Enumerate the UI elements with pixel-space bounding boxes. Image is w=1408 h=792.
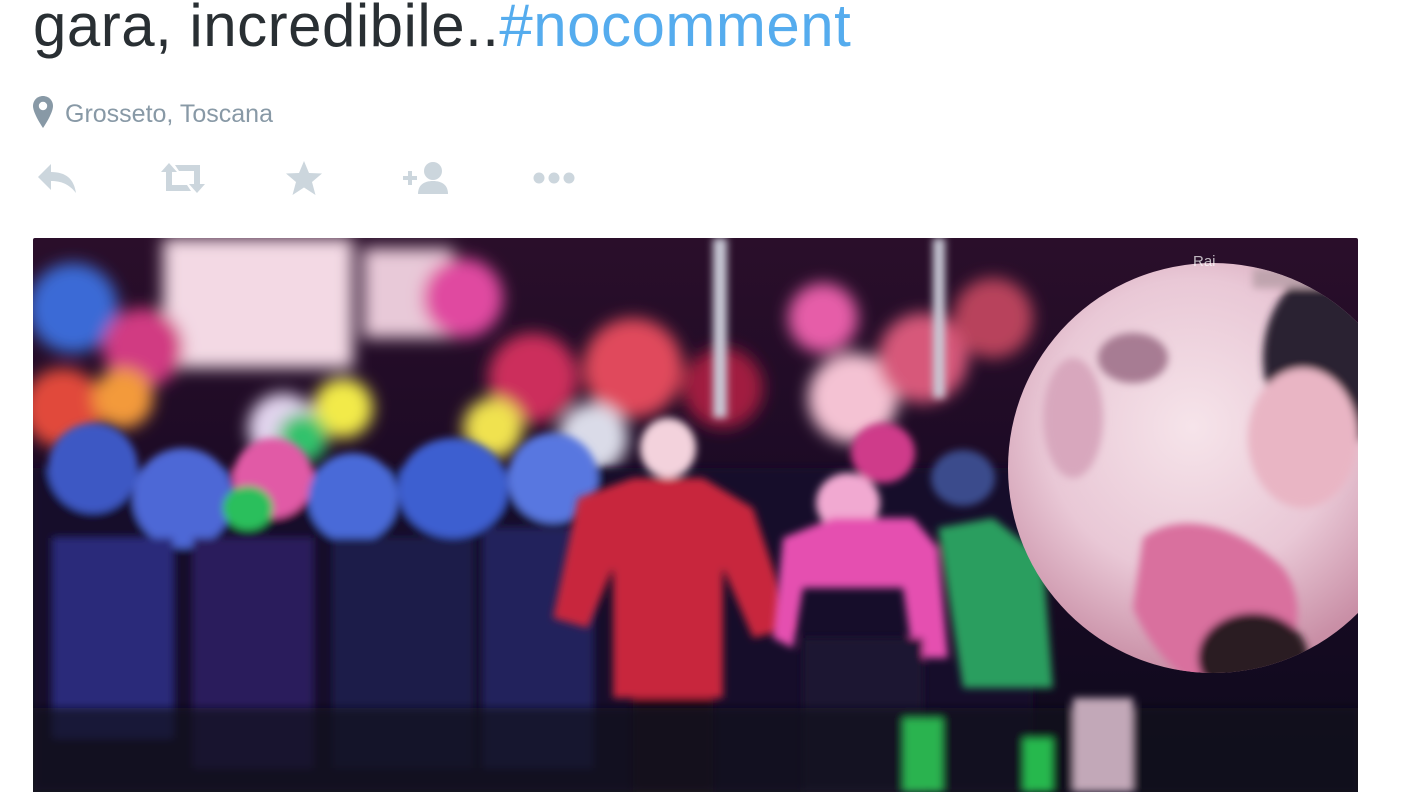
map-pin-icon xyxy=(33,96,53,133)
tweet-location[interactable]: Grosseto, Toscana xyxy=(33,96,273,133)
hashtag-link[interactable]: #nocomment xyxy=(499,0,851,59)
cyclists-sprint-photo: Rai xyxy=(33,238,1358,792)
location-label: Grosseto, Toscana xyxy=(65,100,273,128)
follow-button[interactable] xyxy=(403,158,453,202)
retweet-icon xyxy=(157,160,209,201)
reply-icon xyxy=(35,160,79,201)
retweet-button[interactable] xyxy=(157,158,209,202)
tweet-media-photo[interactable]: Rai xyxy=(33,238,1358,792)
reply-button[interactable] xyxy=(35,158,79,202)
more-icon xyxy=(531,160,581,201)
tweet-text: gara, incredibile..#nocomment xyxy=(33,0,851,66)
follow-icon xyxy=(403,160,453,201)
tweet-text-body: gara, incredibile.. xyxy=(33,0,500,59)
tweet-actions xyxy=(33,158,593,202)
star-icon xyxy=(285,160,323,201)
tweet: gara, incredibile..#nocomment Grosseto, … xyxy=(0,0,1408,792)
tv-logo-watermark: Rai xyxy=(1193,253,1216,270)
favorite-button[interactable] xyxy=(285,158,323,202)
more-button[interactable] xyxy=(531,158,581,202)
